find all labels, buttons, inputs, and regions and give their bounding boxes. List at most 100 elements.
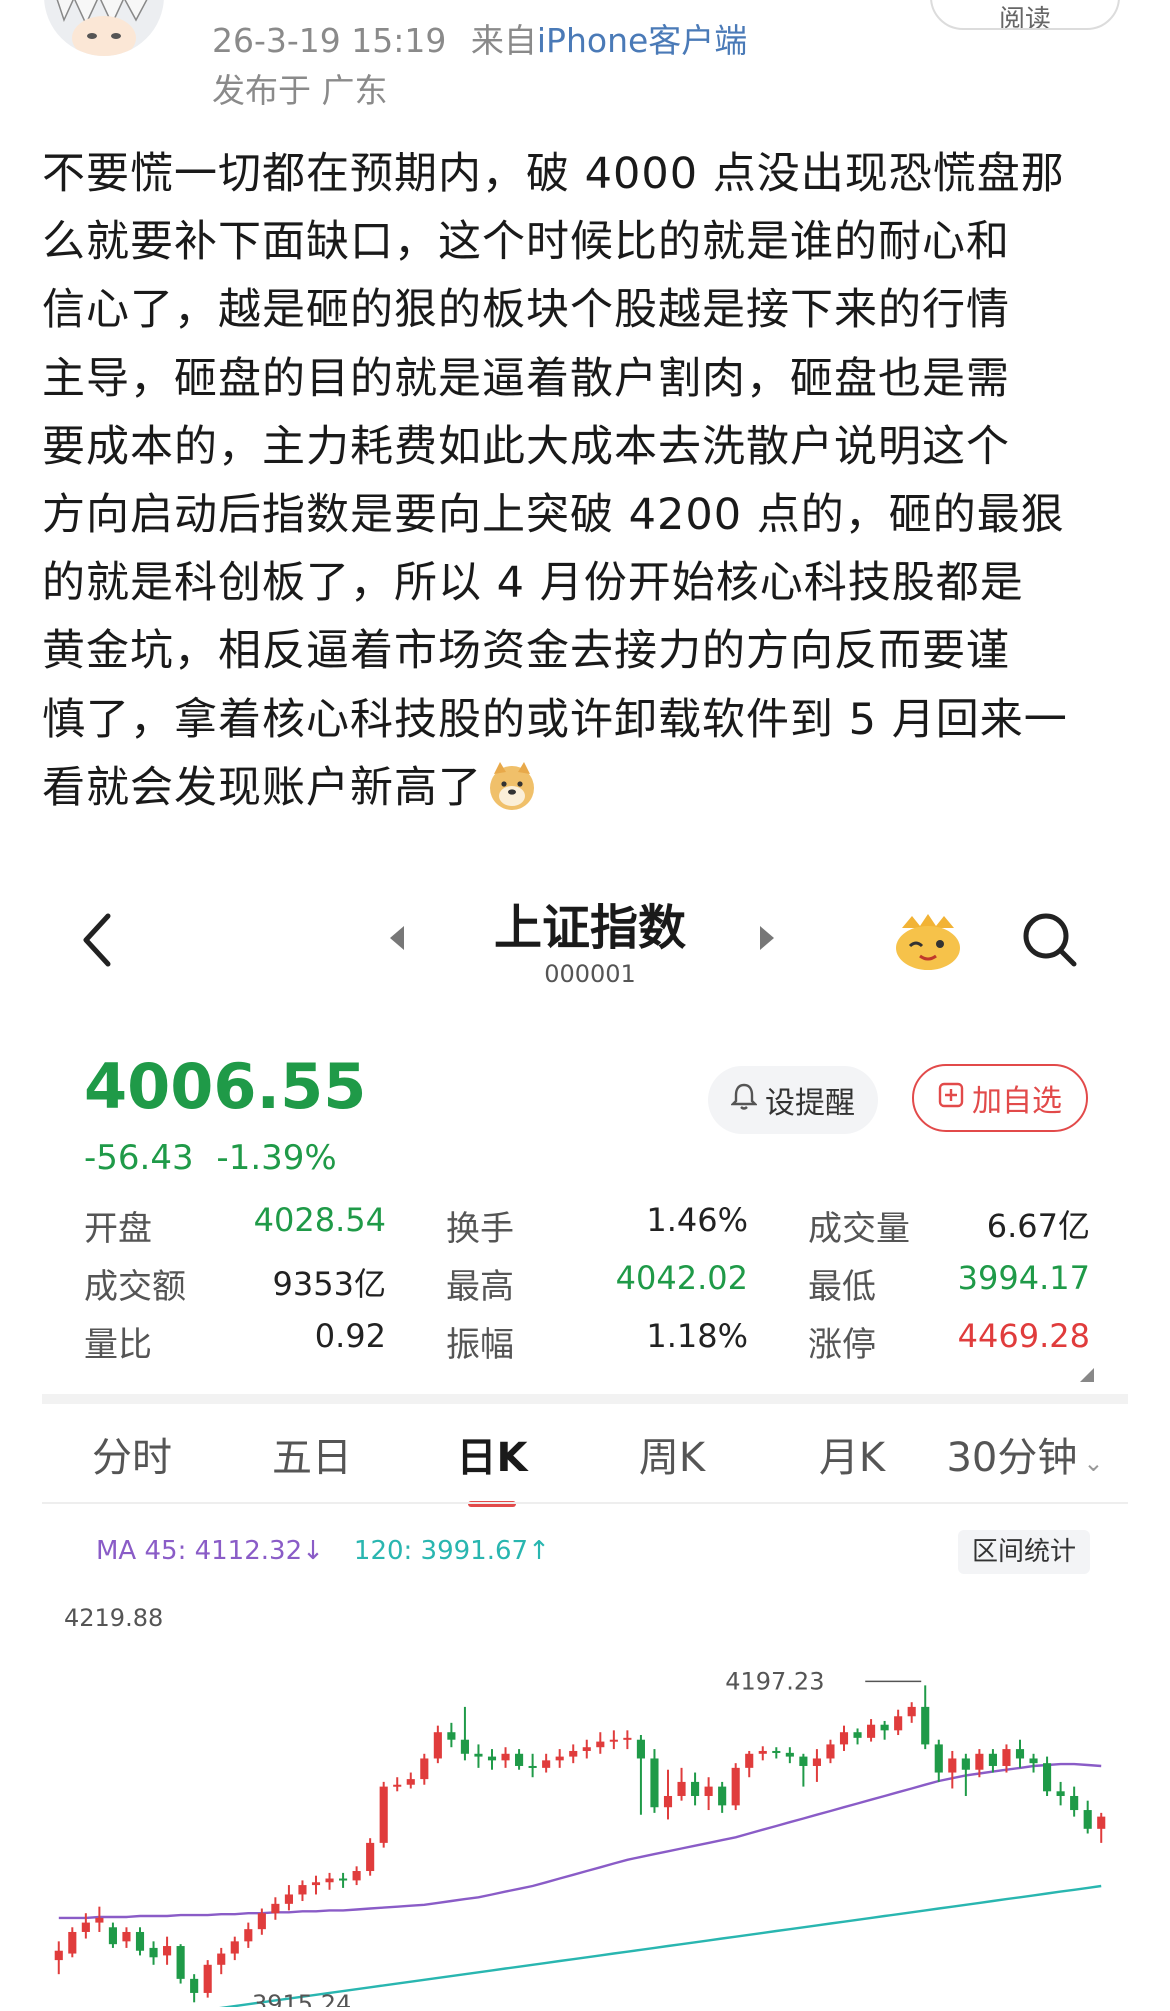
candle [379,1781,388,1848]
stat-value: 1.18% [646,1316,748,1355]
add-watchlist-button[interactable]: 加自选 [912,1064,1088,1132]
candle [867,1719,876,1742]
current-price: 4006.55 [84,1050,367,1123]
post-body: 不要慌一切都在预期内，破 4000 点没出现恐慌盘那 么就要补下面缺口，这个时候… [42,140,1132,822]
bell-icon [730,1082,758,1118]
post-line: 主导，砸盘的目的就是逼着散户割肉，砸盘也是需 [42,353,1010,404]
candle [907,1702,916,1723]
stat-cell: 最高 4042.02 [446,1259,808,1308]
set-alert-button[interactable]: 设提醒 [708,1066,878,1134]
stat-value: 9353亿 [272,1264,386,1303]
candle [393,1777,402,1792]
candle [691,1772,700,1806]
candle [677,1767,686,1801]
set-alert-label: 设提醒 [765,1086,855,1121]
candle [528,1753,537,1778]
tab-period[interactable]: 周K [582,1425,762,1483]
post-line: 方向启动后指数是要向上突破 4200 点的，砸的最狠 [42,490,1065,541]
kline-chart[interactable]: 4219.88 4197.23 3915.24 [42,1580,1128,2011]
stat-cell: 开盘 4028.54 [84,1201,446,1250]
tab-period[interactable]: 五日 [222,1425,402,1483]
stat-cell: 振幅 1.18% [446,1317,808,1366]
candle [880,1720,889,1740]
stat-value: 3994.17 [957,1258,1090,1297]
candle [108,1922,117,1948]
candle [447,1722,456,1748]
tab-period[interactable]: 分时 [42,1425,222,1483]
candle [636,1735,645,1815]
ma120-label: 120: 3991.67↑ [353,1536,550,1566]
stats-row: 开盘 4028.54 换手 1.46% 成交量 6.67亿 [84,1196,1090,1254]
candle [623,1730,632,1750]
stat-cell: 量比 0.92 [84,1317,446,1366]
tab-period[interactable]: 月K [762,1425,942,1483]
doge-emoji-icon [486,760,538,812]
post-client-link[interactable]: iPhone客户端 [537,21,747,60]
read-count-button[interactable]: 阅读 [930,0,1120,30]
chevron-down-icon: ⌄ [1083,1449,1104,1477]
tab-divider [42,1502,1128,1504]
post-timestamp: 26-3-19 15:19 [212,21,447,60]
search-icon[interactable] [1020,910,1080,974]
candle [555,1749,564,1768]
candle [474,1744,483,1768]
back-arrow-icon[interactable] [80,912,114,972]
post-line: 要成本的，主力耗费如此大成本去洗散户说明这个 [42,421,1010,472]
candle [1015,1739,1025,1768]
mascot-icon[interactable] [888,910,968,978]
candle [339,1872,348,1888]
candle [1056,1781,1065,1806]
candle [1097,1812,1106,1843]
stat-label: 开盘 [84,1208,152,1249]
candle [487,1749,497,1770]
next-stock-icon[interactable] [756,924,778,956]
post-meta: 26-3-19 15:19 来自iPhone客户端 [212,14,747,62]
candle [745,1750,754,1778]
candle [68,1927,77,1958]
tab-period[interactable]: 30分钟 ⌄ [942,1425,1108,1483]
candle [122,1927,131,1948]
candle [406,1772,415,1789]
candle [704,1777,713,1811]
tab-period[interactable]: 日K [402,1425,582,1507]
candle [663,1769,673,1820]
kline-svg[interactable]: 4219.88 4197.23 3915.24 [42,1580,1128,2011]
quote-stats-grid: 开盘 4028.54 换手 1.46% 成交量 6.67亿成交额 9353亿 最高 4042.0… [84,1196,1090,1370]
candle [244,1922,253,1948]
candle [650,1749,659,1813]
post-location: 发布于 广东 [212,71,388,110]
candle [366,1838,375,1876]
candle [853,1728,862,1745]
stat-cell: 换手 1.46% [446,1201,808,1250]
stat-label: 振幅 [446,1324,514,1365]
user-avatar[interactable] [44,0,164,56]
candle [420,1753,429,1785]
ma45-line [58,1762,1102,1920]
stat-cell: 最低 3994.17 [808,1259,1090,1308]
tab-label: 五日 [272,1435,352,1481]
expand-stats-icon[interactable] [1080,1368,1094,1382]
candle [149,1941,158,1965]
candle [1070,1786,1079,1817]
tab-label: 分时 [92,1435,172,1481]
post-line-last: 看就会发现账户新高了 [42,754,1132,822]
prev-stock-icon[interactable] [386,924,408,956]
candle [542,1753,551,1773]
stat-value: 4042.02 [615,1258,748,1297]
candle [433,1725,442,1764]
stat-value: 4469.28 [957,1316,1090,1355]
post-source-prefix: 来自 [470,21,537,60]
candle [1029,1753,1038,1773]
stat-value: 1.46% [646,1200,748,1239]
stat-cell: 成交额 9353亿 [84,1259,446,1308]
plus-square-icon [938,1081,964,1116]
chart-period-tabs: 分时 五日 日K 周K 月K 30分钟 ⌄ [42,1404,1128,1507]
candle [271,1897,280,1920]
interval-stats-button[interactable]: 区间统计 [958,1530,1090,1574]
candle [826,1739,835,1764]
stat-label: 成交量 [808,1208,910,1249]
stock-name: 上证指数 [493,900,686,956]
stat-value: 6.67亿 [986,1206,1090,1245]
candle [352,1866,361,1886]
chart-high-label: 4219.88 [64,1604,163,1632]
